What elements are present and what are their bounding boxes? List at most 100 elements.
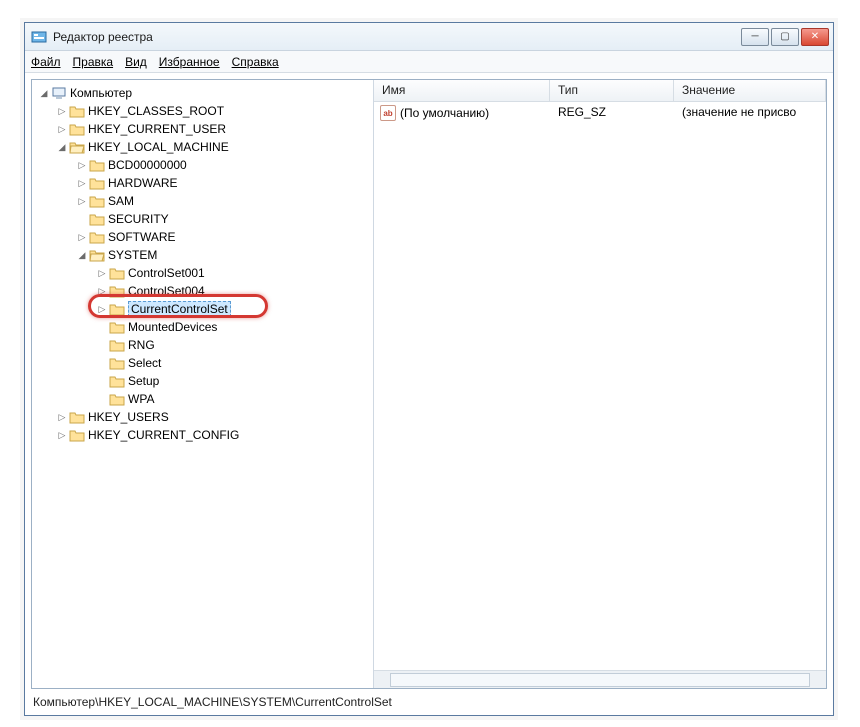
- folder-icon: [69, 104, 85, 118]
- tree-label: HARDWARE: [108, 176, 178, 190]
- tree-label: ControlSet001: [128, 266, 205, 280]
- tree-item-currentcontrolset[interactable]: ▷ CurrentControlSet: [34, 300, 373, 318]
- app-icon: [31, 29, 47, 45]
- expand-icon[interactable]: ▷: [96, 304, 108, 315]
- titlebar[interactable]: Редактор реестра ─ ▢ ✕: [25, 23, 833, 51]
- folder-icon: [109, 302, 125, 316]
- tree-label: WPA: [128, 392, 154, 406]
- tree-item-controlset001[interactable]: ▷ ControlSet001: [34, 264, 373, 282]
- expand-icon[interactable]: ▷: [56, 106, 68, 117]
- tree-item-hardware[interactable]: ▷ HARDWARE: [34, 174, 373, 192]
- horizontal-scrollbar[interactable]: [374, 670, 826, 688]
- tree-label: RNG: [128, 338, 155, 352]
- menu-favorites[interactable]: Избранное: [159, 55, 220, 69]
- tree-item-setup[interactable]: Setup: [34, 372, 373, 390]
- tree-label: MountedDevices: [128, 320, 217, 334]
- tree-item-sam[interactable]: ▷ SAM: [34, 192, 373, 210]
- folder-icon: [109, 374, 125, 388]
- tree-label: HKEY_CLASSES_ROOT: [88, 104, 224, 118]
- tree-label-selected: CurrentControlSet: [128, 301, 231, 317]
- expand-icon[interactable]: ▷: [76, 232, 88, 243]
- tree-item-hkcr[interactable]: ▷ HKEY_CLASSES_ROOT: [34, 102, 373, 120]
- tree-item-system[interactable]: ◢ SYSTEM: [34, 246, 373, 264]
- tree-item-mounteddevices[interactable]: MountedDevices: [34, 318, 373, 336]
- registry-tree[interactable]: ◢ Компьютер ▷ HKEY_CLASSES_ROOT ▷ HKEY_C…: [32, 80, 374, 688]
- tree-root[interactable]: ◢ Компьютер: [34, 84, 373, 102]
- collapse-icon[interactable]: ◢: [56, 142, 68, 153]
- menu-bar: Файл Правка Вид Избранное Справка: [25, 51, 833, 73]
- computer-icon: [51, 85, 67, 101]
- window-frame: Редактор реестра ─ ▢ ✕ Файл Правка Вид И…: [24, 22, 834, 716]
- column-header-name[interactable]: Имя: [374, 80, 550, 101]
- folder-icon: [109, 266, 125, 280]
- value-list: Имя Тип Значение ab (По умолчанию) REG_S…: [374, 80, 826, 688]
- tree-item-hklm[interactable]: ◢ HKEY_LOCAL_MACHINE: [34, 138, 373, 156]
- menu-file[interactable]: Файл: [31, 55, 61, 69]
- tree-label: SAM: [108, 194, 134, 208]
- folder-icon: [89, 212, 105, 226]
- expand-icon[interactable]: ▷: [96, 268, 108, 279]
- folder-icon: [69, 122, 85, 136]
- content-area: ◢ Компьютер ▷ HKEY_CLASSES_ROOT ▷ HKEY_C…: [31, 79, 827, 689]
- tree-label: SECURITY: [108, 212, 169, 226]
- expand-icon[interactable]: ▷: [76, 160, 88, 171]
- column-header-type[interactable]: Тип: [550, 80, 674, 101]
- menu-edit[interactable]: Правка: [73, 55, 114, 69]
- expand-icon[interactable]: ▷: [96, 286, 108, 297]
- folder-icon: [109, 392, 125, 406]
- tree-label: HKEY_CURRENT_CONFIG: [88, 428, 239, 442]
- minimize-button[interactable]: ─: [741, 28, 769, 46]
- expand-icon[interactable]: ▷: [76, 178, 88, 189]
- folder-icon: [109, 338, 125, 352]
- tree-label: Select: [128, 356, 161, 370]
- folder-open-icon: [89, 248, 105, 262]
- tree-label: HKEY_CURRENT_USER: [88, 122, 226, 136]
- tree-item-security[interactable]: SECURITY: [34, 210, 373, 228]
- tree-label: BCD00000000: [108, 158, 187, 172]
- collapse-icon[interactable]: ◢: [76, 250, 88, 261]
- maximize-button[interactable]: ▢: [771, 28, 799, 46]
- tree-item-hku[interactable]: ▷ HKEY_USERS: [34, 408, 373, 426]
- menu-view[interactable]: Вид: [125, 55, 147, 69]
- expand-icon[interactable]: ▷: [56, 430, 68, 441]
- folder-icon: [109, 320, 125, 334]
- folder-icon: [109, 356, 125, 370]
- scrollbar-track[interactable]: [390, 673, 810, 687]
- close-button[interactable]: ✕: [801, 28, 829, 46]
- status-bar: Компьютер\HKEY_LOCAL_MACHINE\SYSTEM\Curr…: [31, 693, 827, 711]
- menu-help[interactable]: Справка: [232, 55, 279, 69]
- folder-icon: [109, 284, 125, 298]
- tree-label: HKEY_USERS: [88, 410, 169, 424]
- collapse-icon[interactable]: ◢: [38, 88, 50, 99]
- value-name: (По умолчанию): [400, 106, 489, 120]
- tree-item-bcd[interactable]: ▷ BCD00000000: [34, 156, 373, 174]
- column-header-value[interactable]: Значение: [674, 80, 826, 101]
- list-row[interactable]: ab (По умолчанию) REG_SZ (значение не пр…: [374, 102, 826, 124]
- window-buttons: ─ ▢ ✕: [739, 28, 829, 46]
- tree-item-hkcc[interactable]: ▷ HKEY_CURRENT_CONFIG: [34, 426, 373, 444]
- value-type: REG_SZ: [550, 105, 674, 121]
- tree-item-software[interactable]: ▷ SOFTWARE: [34, 228, 373, 246]
- folder-open-icon: [69, 140, 85, 154]
- tree-item-hkcu[interactable]: ▷ HKEY_CURRENT_USER: [34, 120, 373, 138]
- tree-label: HKEY_LOCAL_MACHINE: [88, 140, 229, 154]
- tree-label: SOFTWARE: [108, 230, 176, 244]
- tree-item-wpa[interactable]: WPA: [34, 390, 373, 408]
- tree-item-controlset004[interactable]: ▷ ControlSet004: [34, 282, 373, 300]
- folder-icon: [69, 410, 85, 424]
- expand-icon[interactable]: ▷: [56, 412, 68, 423]
- folder-icon: [89, 158, 105, 172]
- string-value-icon: ab: [380, 105, 396, 121]
- folder-icon: [89, 230, 105, 244]
- tree-item-select[interactable]: Select: [34, 354, 373, 372]
- folder-icon: [69, 428, 85, 442]
- folder-icon: [89, 176, 105, 190]
- list-header: Имя Тип Значение: [374, 80, 826, 102]
- tree-item-rng[interactable]: RNG: [34, 336, 373, 354]
- expand-icon[interactable]: ▷: [56, 124, 68, 135]
- tree-label: SYSTEM: [108, 248, 157, 262]
- window-title: Редактор реестра: [53, 30, 153, 44]
- status-path: Компьютер\HKEY_LOCAL_MACHINE\SYSTEM\Curr…: [33, 695, 392, 709]
- folder-icon: [89, 194, 105, 208]
- expand-icon[interactable]: ▷: [76, 196, 88, 207]
